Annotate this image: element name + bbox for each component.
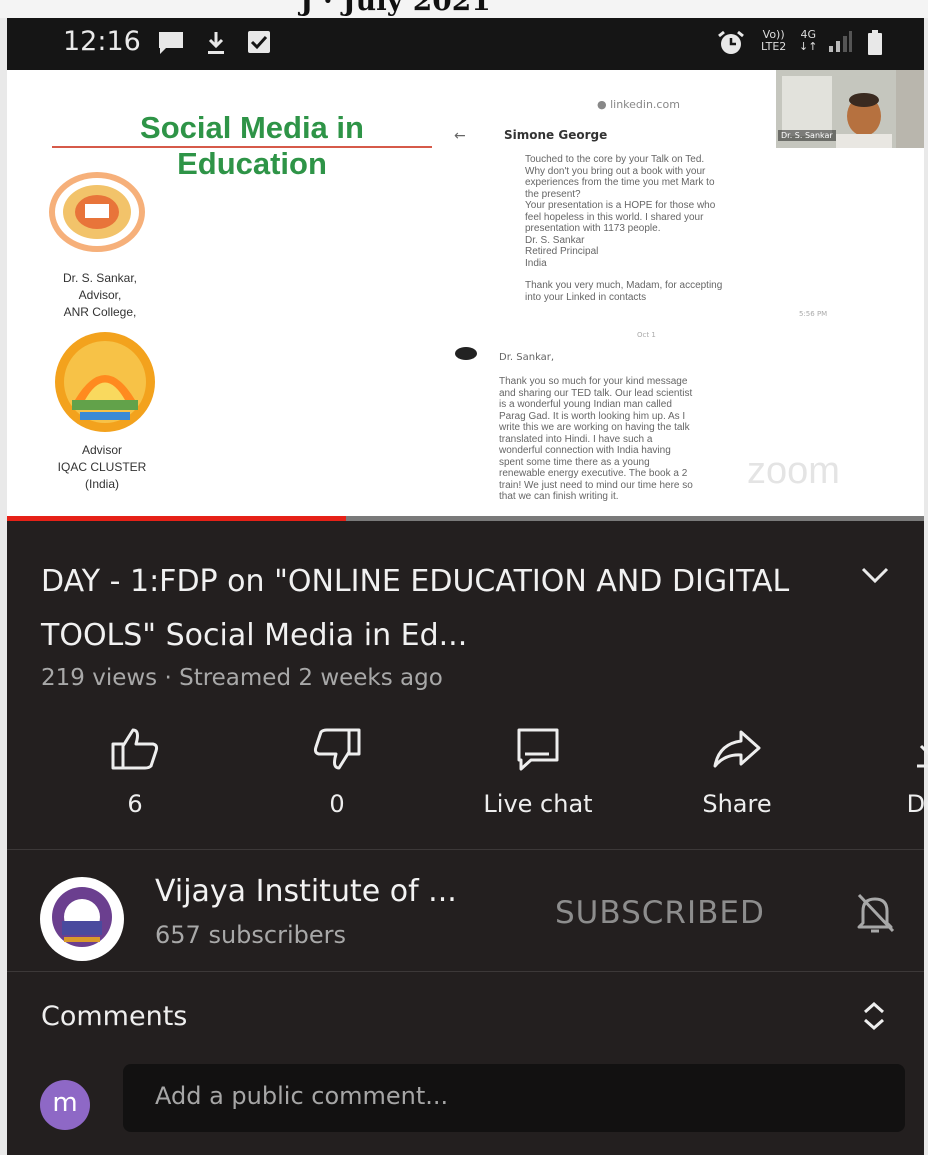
battery-icon [868, 30, 882, 55]
thumb-up-icon [111, 728, 159, 770]
video-player[interactable]: Social Media in Education Dr. S. Sankar,… [7, 70, 924, 520]
chat-bubble-icon [159, 32, 183, 54]
user-avatar[interactable]: m [40, 1080, 90, 1130]
share-button[interactable]: Share [647, 726, 827, 818]
zoom-watermark: zoom [747, 450, 840, 492]
back-arrow-icon: ← [454, 128, 466, 144]
comment-input[interactable]: Add a public comment... [123, 1064, 905, 1132]
contact-name: Simone George [504, 128, 608, 142]
signal-icon [829, 31, 852, 52]
sender-avatar [455, 347, 477, 360]
linkedin-url: ● linkedin.com [597, 98, 680, 111]
live-chat-button[interactable]: Live chat [448, 726, 628, 818]
presenter-webcam: Dr. S. Sankar [776, 70, 924, 148]
checkbox-icon [248, 31, 270, 53]
live-chat-icon [517, 728, 559, 771]
volte-indicator: Vo)) LTE2 [761, 28, 787, 53]
channel-name[interactable]: Vijaya Institute of ... [155, 874, 457, 909]
download-icon [917, 744, 928, 768]
share-icon [713, 730, 761, 768]
dislike-button[interactable]: 0 [247, 726, 427, 818]
notifications-off-icon[interactable] [853, 891, 897, 935]
page-edge-left [0, 18, 7, 1155]
status-bar: 12:16 Vo)) LTE2 4G ↓↑ [7, 18, 924, 70]
college-seal-logo [49, 172, 145, 252]
message-text: Touched to the core by your Talk on Ted.… [525, 154, 716, 269]
download-icon [208, 32, 224, 54]
unfold-icon[interactable] [859, 999, 889, 1033]
download-button[interactable]: Dow [843, 726, 928, 818]
slide-divider [52, 146, 432, 148]
share-label: Share [702, 790, 772, 818]
message-time: 5:56 PM [799, 310, 828, 318]
comment-placeholder: Add a public comment... [155, 1082, 449, 1110]
divider [7, 971, 924, 972]
live-chat-label: Live chat [483, 790, 593, 818]
alarm-icon [718, 30, 744, 54]
thumb-down-icon [313, 728, 361, 770]
message-text: Thank you very much, Madam, for acceptin… [525, 280, 723, 303]
video-meta: 219 views · Streamed 2 weeks ago [41, 665, 443, 691]
iqac-cluster-logo [55, 332, 155, 432]
network-4g-indicator: 4G ↓↑ [799, 28, 818, 53]
channel-avatar[interactable] [40, 877, 124, 961]
video-title[interactable]: DAY - 1:FDP on "ONLINE EDUCATION AND DIG… [41, 555, 821, 663]
video-info-panel: DAY - 1:FDP on "ONLINE EDUCATION AND DIG… [7, 521, 928, 1155]
document-header-text: J · July 2021 [300, 0, 491, 17]
document-header-strip: J · July 2021 [0, 0, 928, 18]
page-edge-right [924, 18, 928, 1155]
status-time: 12:16 [63, 26, 141, 57]
reply-greeting: Dr. Sankar, [499, 352, 555, 363]
chevron-down-icon[interactable] [857, 563, 893, 587]
webcam-name-tag: Dr. S. Sankar [778, 130, 836, 141]
dislike-count: 0 [329, 790, 345, 818]
subscribed-button[interactable]: SUBSCRIBED [555, 895, 765, 931]
subscriber-count: 657 subscribers [155, 921, 346, 949]
divider [7, 849, 924, 850]
message-date: Oct 1 [637, 331, 656, 339]
like-count: 6 [127, 790, 143, 818]
like-button[interactable]: 6 [45, 726, 225, 818]
presenter-credit: Dr. S. Sankar, Advisor, ANR College, [62, 271, 138, 319]
advisor-credit: Advisor IQAC CLUSTER (India) [57, 443, 147, 491]
download-label: Dow [906, 790, 928, 818]
comments-heading[interactable]: Comments [41, 1001, 187, 1032]
